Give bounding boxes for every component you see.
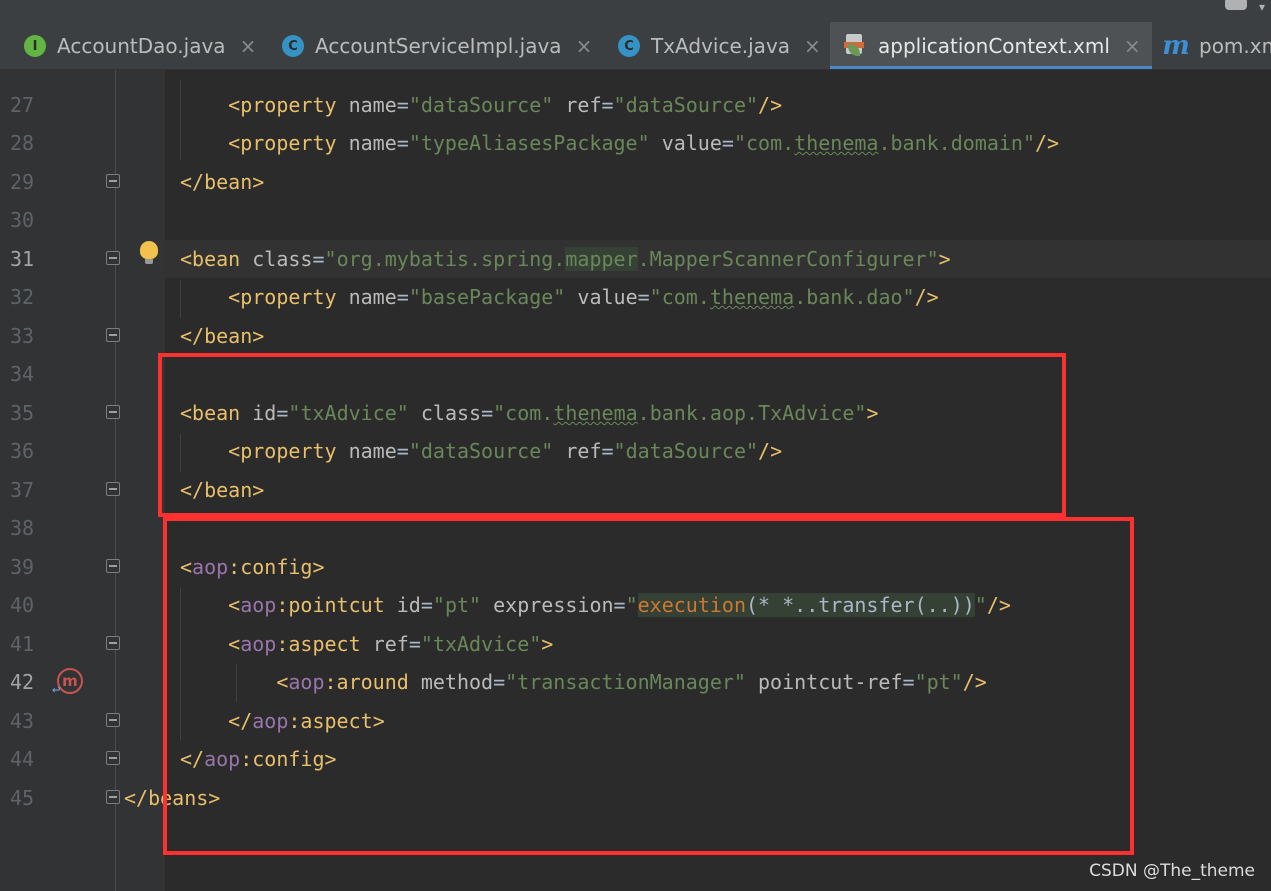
fold-marker-icon[interactable] <box>106 174 120 188</box>
fold-marker-icon[interactable] <box>106 751 120 765</box>
code-line-27[interactable]: <property name="dataSource" ref="dataSou… <box>180 93 782 117</box>
chevron-down-icon[interactable]: ▾ <box>1259 0 1265 14</box>
tab-applicationcontext[interactable]: applicationContext.xml × <box>830 22 1152 69</box>
line-number: 45 <box>10 786 35 810</box>
line-number: 40 <box>10 593 35 617</box>
fold-marker-icon[interactable] <box>106 636 120 650</box>
line-number: 44 <box>10 747 35 771</box>
mybatis-mapper-icon[interactable]: m <box>57 668 83 694</box>
line-number: 39 <box>10 555 35 579</box>
interface-icon: I <box>24 35 46 57</box>
line-number: 29 <box>10 170 35 194</box>
annotation-box-txadvice-bean <box>158 353 1066 517</box>
code-line-33[interactable]: </bean> <box>180 324 264 348</box>
code-line-29[interactable]: </bean> <box>180 170 264 194</box>
fold-marker-icon[interactable] <box>106 482 120 496</box>
code-line-31[interactable]: <bean class="org.mybatis.spring.mapper.M… <box>180 247 951 271</box>
code-line-32[interactable]: <property name="basePackage" value="com.… <box>180 285 939 309</box>
class-icon: C <box>282 35 304 57</box>
close-icon[interactable]: × <box>240 34 257 58</box>
tab-pom[interactable]: m pom.xm <box>1154 22 1271 69</box>
line-number: 37 <box>10 478 35 502</box>
close-icon[interactable]: × <box>804 34 821 58</box>
line-number: 35 <box>10 401 35 425</box>
fold-marker-icon[interactable] <box>106 713 120 727</box>
close-icon[interactable]: × <box>1124 34 1141 58</box>
tab-label: applicationContext.xml <box>878 34 1110 58</box>
tab-label: TxAdvice.java <box>651 34 791 58</box>
annotation-box-aop-config <box>163 517 1134 855</box>
lightbulb-icon[interactable] <box>140 241 158 264</box>
fold-marker-icon[interactable] <box>106 559 120 573</box>
fold-marker-icon[interactable] <box>106 405 120 419</box>
line-number: 36 <box>10 439 35 463</box>
line-number: 28 <box>10 131 35 155</box>
maven-icon: m <box>1162 31 1190 61</box>
gutter-divider <box>115 70 116 891</box>
fold-marker-icon[interactable] <box>106 251 120 265</box>
line-number: 41 <box>10 632 35 656</box>
fold-marker-icon[interactable] <box>106 328 120 342</box>
tab-accountserviceimpl[interactable]: C AccountServiceImpl.java × <box>266 22 602 69</box>
tab-label: pom.xm <box>1199 34 1271 58</box>
class-icon: C <box>618 35 640 57</box>
line-number: 32 <box>10 285 35 309</box>
fold-marker-icon[interactable] <box>106 790 120 804</box>
code-line-28[interactable]: <property name="typeAliasesPackage" valu… <box>180 131 1059 155</box>
line-number: 34 <box>10 362 35 386</box>
tab-label: AccountServiceImpl.java <box>315 34 562 58</box>
title-strip: ▾ <box>0 0 1271 22</box>
line-number: 43 <box>10 709 35 733</box>
watermark: CSDN @The_theme <box>1089 861 1255 881</box>
line-number: 31 <box>10 247 35 271</box>
close-icon[interactable]: × <box>576 34 593 58</box>
line-number: 27 <box>10 93 35 117</box>
line-number: 38 <box>10 516 35 540</box>
line-number: 30 <box>10 208 35 232</box>
line-number: 42 <box>10 670 35 694</box>
user-icon[interactable] <box>1225 0 1247 10</box>
navigate-arrow-icon: ↩ <box>52 682 61 698</box>
line-number: 33 <box>10 324 35 348</box>
editor-tab-bar: I AccountDao.java × C AccountServiceImpl… <box>0 22 1271 70</box>
xml-file-icon <box>844 34 866 58</box>
tab-accountdao[interactable]: I AccountDao.java × <box>0 22 264 69</box>
tab-txadvice[interactable]: C TxAdvice.java × <box>604 22 830 69</box>
tab-label: AccountDao.java <box>57 34 226 58</box>
